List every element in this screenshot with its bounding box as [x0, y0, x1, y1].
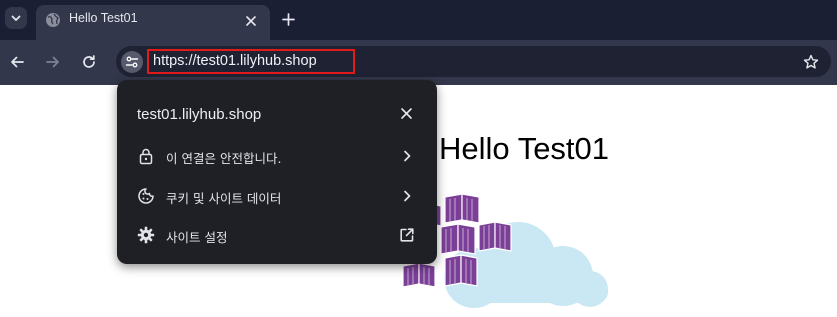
- bookmark-button[interactable]: [801, 52, 821, 72]
- tab-close-button[interactable]: [243, 13, 259, 29]
- popup-domain-title: test01.lilyhub.shop: [137, 106, 262, 123]
- site-info-popup: test01.lilyhub.shop 이 연결은 안전합니다. 쿠키 및 사이…: [117, 80, 437, 264]
- forward-button[interactable]: [44, 53, 62, 71]
- popup-item-label: 사이트 설정: [166, 230, 228, 245]
- new-tab-button[interactable]: [279, 10, 297, 28]
- close-icon: [246, 16, 256, 26]
- arrow-right-icon: [46, 56, 59, 68]
- address-bar[interactable]: https://test01.lilyhub.shop: [116, 46, 831, 77]
- popup-item-label: 쿠키 및 사이트 데이터: [166, 191, 282, 206]
- browser-toolbar: https://test01.lilyhub.shop: [0, 40, 837, 85]
- reload-icon: [83, 55, 95, 68]
- arrow-left-icon: [11, 56, 24, 68]
- chevron-right-icon: [399, 148, 415, 164]
- open-in-new-icon: [399, 227, 415, 243]
- url-text[interactable]: https://test01.lilyhub.shop: [153, 53, 317, 69]
- popup-item-site-settings[interactable]: 사이트 설정: [117, 216, 437, 254]
- popup-close-button[interactable]: [399, 106, 413, 120]
- plus-icon: [281, 12, 295, 26]
- page-heading: Hello Test01: [439, 131, 610, 166]
- popup-item-label: 이 연결은 안전합니다.: [166, 151, 282, 166]
- tune-icon: [125, 56, 139, 68]
- globe-icon: [46, 13, 60, 27]
- reload-button[interactable]: [80, 53, 98, 71]
- gear-icon: [137, 226, 155, 244]
- close-icon: [400, 107, 412, 119]
- tab-search-button[interactable]: [5, 7, 27, 29]
- popup-item-connection-secure[interactable]: 이 연결은 안전합니다.: [117, 137, 437, 175]
- tab-strip: Hello Test01: [0, 0, 837, 40]
- chevron-right-icon: [399, 188, 415, 204]
- popup-item-cookies[interactable]: 쿠키 및 사이트 데이터: [117, 177, 437, 215]
- lock-icon: [139, 148, 153, 165]
- site-info-button[interactable]: [121, 51, 143, 73]
- cookie-icon: [138, 188, 154, 204]
- back-button[interactable]: [8, 53, 26, 71]
- tab-title: Hello Test01: [69, 11, 138, 25]
- browser-tab[interactable]: Hello Test01: [36, 5, 270, 40]
- star-icon: [803, 54, 819, 69]
- chevron-down-icon: [11, 15, 21, 21]
